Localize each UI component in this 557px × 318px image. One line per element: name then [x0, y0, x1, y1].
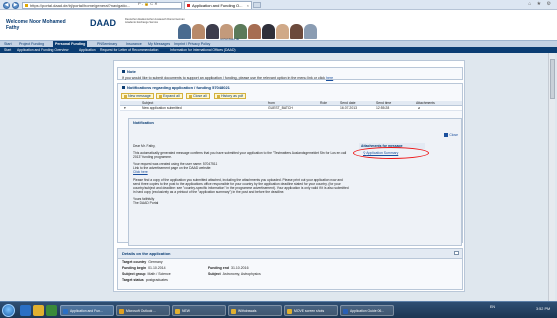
media-icon[interactable]	[46, 305, 57, 316]
table-row[interactable]: ▾ New application submitted GUEST_BATCH …	[120, 106, 462, 111]
tab-close-icon[interactable]: ×	[247, 2, 249, 9]
notifications-box: Notifications regarding application / fu…	[117, 83, 463, 246]
task-move-screenshots[interactable]: MOVE screen shots	[284, 305, 338, 316]
task-new[interactable]: NEW	[172, 305, 226, 316]
address-tools[interactable]: P - 🔒 C ✕	[138, 1, 158, 6]
close-all-button[interactable]: Close all	[186, 93, 210, 99]
notifications-icon	[122, 86, 125, 90]
submenu-letter[interactable]: Request for Letter of Recommendation	[98, 47, 160, 53]
back-button[interactable]: ◀	[3, 1, 10, 9]
submenu-application[interactable]: Application	[77, 47, 98, 53]
favicon-icon	[187, 4, 190, 7]
paperclip-icon[interactable]: ⌀	[418, 106, 420, 111]
row-send-date: 16.07.2013	[340, 106, 357, 110]
note-title: Note	[118, 68, 462, 75]
click-here-link[interactable]: Click here	[133, 170, 148, 174]
collapse-icon	[189, 94, 192, 98]
page-scrollbar[interactable]	[548, 53, 555, 301]
notification-body: Dear Mr. Fathy, This automatically gener…	[133, 144, 349, 208]
highlight-circle	[353, 147, 429, 159]
row-from: GUEST_BATCH	[268, 106, 293, 110]
expand-all-button[interactable]: Expand all	[156, 93, 183, 99]
notification-title: Notification	[133, 121, 154, 125]
submenu-overview[interactable]: Application and Funding Overview	[15, 47, 70, 53]
task-withdrawals[interactable]: Withdrawals	[228, 305, 282, 316]
expand-row-icon[interactable]: ▾	[124, 106, 126, 111]
system-tray[interactable]: EN	[490, 305, 495, 309]
details-title: Details on the application	[118, 249, 462, 259]
notification-p6: The DAAD Portal	[133, 201, 159, 206]
note-box: Note If you would like to submit documen…	[117, 67, 463, 80]
header-photo	[178, 23, 320, 39]
taskbar: Application and Fun... Microsoft Outlook…	[0, 301, 557, 318]
daad-logo[interactable]: DAAD	[90, 18, 116, 28]
notification-panel: Notification Close Dear Mr. Fathy, This …	[128, 118, 462, 246]
browser-tab[interactable]: Application and Funding O... ×	[184, 1, 252, 9]
minimize-button[interactable]	[454, 251, 459, 255]
history-pdf-button[interactable]: History as pdf	[214, 93, 246, 99]
submenu-info[interactable]: Information for International Offices (D…	[168, 47, 238, 53]
forward-button[interactable]: ▶	[12, 1, 19, 9]
explorer-icon[interactable]	[33, 305, 44, 316]
lock-icon	[24, 3, 28, 7]
funding-end: Funding end 31.10.2016	[208, 266, 249, 270]
note-text: If you would like to submit documents to…	[122, 76, 334, 80]
browser-tools[interactable]: ⌂ ★ ⚙	[528, 1, 553, 7]
details-box: Details on the application Target countr…	[117, 248, 463, 290]
welcome-text: Welcome Noor Mohamed Fathy	[6, 19, 66, 31]
close-icon	[444, 133, 449, 138]
ie-icon[interactable]	[20, 305, 31, 316]
notification-p4: Please find a copy of the application yo…	[133, 177, 349, 194]
address-bar[interactable]: https://portal.daad.de/irj/portal/home/g…	[22, 1, 182, 9]
funding-begin: Funding begin 01.10.2014	[122, 266, 166, 270]
notifications-title: Notifications regarding application / fu…	[118, 84, 462, 91]
tab-title: Application and Funding O...	[192, 3, 243, 8]
target-status: Target status postgraduates	[122, 278, 168, 282]
submenu-start[interactable]: Start	[2, 47, 13, 53]
row-send-time: 12:55:28	[376, 106, 390, 110]
close-notification-button[interactable]: Close	[444, 133, 458, 138]
target-country: Target country Germany	[122, 260, 163, 264]
address-url: https://portal.daad.de/irj/portal/home/g…	[30, 2, 131, 8]
subject: Subject Astronomy, Astrophysics	[208, 272, 261, 276]
scrollbar-thumb[interactable]	[550, 59, 555, 99]
note-here-link[interactable]: here	[326, 76, 333, 80]
row-subject: New application submitted	[142, 106, 182, 110]
back-icon: ◀	[4, 1, 9, 8]
new-message-button[interactable]: New message	[121, 93, 154, 99]
new-message-icon	[124, 94, 127, 98]
subject-group: Subject group Math / Science	[122, 272, 171, 276]
task-application[interactable]: Application and Fun...	[60, 305, 114, 316]
forward-icon: ▶	[13, 1, 18, 8]
task-outlook[interactable]: Microsoft Outlook ...	[116, 305, 170, 316]
site-header: Welcome Noor Mohamed Fathy DAAD Deutsche…	[0, 10, 557, 47]
note-icon	[122, 70, 125, 74]
clock[interactable]: 3:52 PM	[536, 307, 550, 311]
pdf-icon	[217, 94, 220, 98]
expand-icon	[159, 94, 162, 98]
sub-menu: Start Application and Funding Overview A…	[0, 47, 557, 53]
start-button[interactable]	[2, 304, 15, 317]
new-tab-button[interactable]	[253, 2, 261, 8]
browser-chrome: ◀ ▶ https://portal.daad.de/irj/portal/ho…	[0, 0, 557, 10]
notification-p1: This automatically generated message con…	[133, 151, 347, 160]
daad-subtitle: Deutscher Akademischer Austausch Dienst …	[125, 18, 185, 24]
main-content: Note If you would like to submit documen…	[113, 60, 465, 292]
salutation: Dear Mr. Fathy,	[133, 144, 156, 148]
main-menu: Start Project Funding Personal Funding P…	[0, 40, 557, 47]
task-application-guide[interactable]: Application Guide 06...	[340, 305, 394, 316]
